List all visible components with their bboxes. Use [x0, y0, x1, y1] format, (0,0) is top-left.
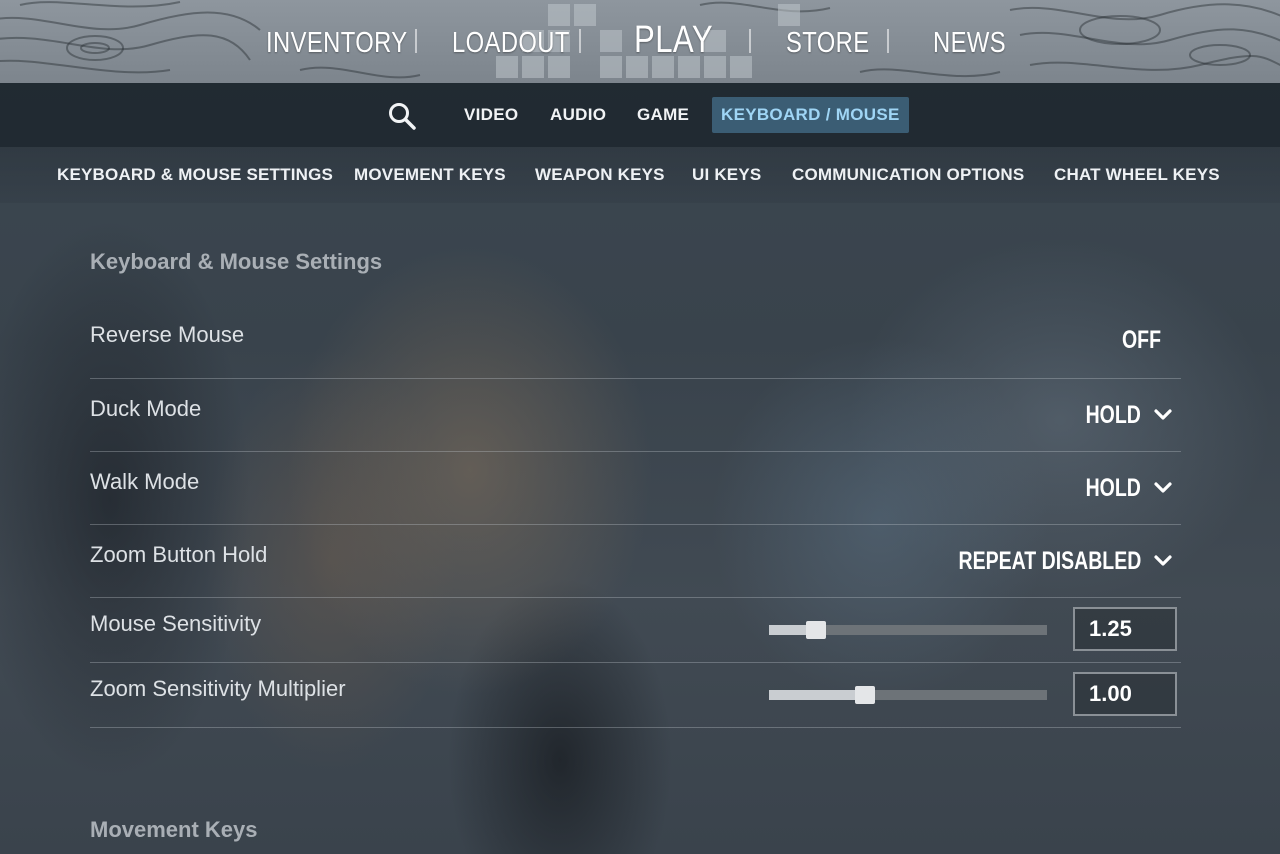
nav-store[interactable]: STORE: [786, 22, 870, 64]
nav-divider: [415, 29, 417, 53]
setting-row-zoom-button-hold: Zoom Button Hold REPEAT DISABLED: [90, 525, 1181, 598]
search-icon: [389, 103, 416, 130]
dropdown-value: REPEAT DISABLED: [958, 546, 1141, 575]
setting-label: Mouse Sensitivity: [90, 611, 262, 636]
top-nav: INVENTORY LOADOUT PLAY STORE NEWS: [0, 0, 1280, 83]
slider-zoom-sensitivity-multiplier[interactable]: [769, 686, 1047, 704]
nav-divider: [749, 29, 751, 53]
section-tab-weapon-keys[interactable]: WEAPON KEYS: [535, 161, 665, 189]
section-tab-bar: KEYBOARD & MOUSE SETTINGS MOVEMENT KEYS …: [0, 147, 1280, 203]
setting-label: Zoom Sensitivity Multiplier: [90, 676, 346, 701]
section-heading: Keyboard & Mouse Settings: [90, 249, 383, 274]
toggle-reverse-mouse[interactable]: OFF: [1122, 326, 1161, 355]
nav-news[interactable]: NEWS: [933, 22, 1006, 64]
setting-label: Duck Mode: [90, 396, 202, 421]
settings-tab-bar: VIDEO AUDIO GAME KEYBOARD / MOUSE: [0, 83, 1280, 147]
slider-thumb[interactable]: [806, 621, 826, 639]
dropdown-value: HOLD: [1085, 400, 1141, 429]
section-tab-ui-keys[interactable]: UI KEYS: [692, 161, 761, 189]
zoom-sensitivity-input[interactable]: 1.00: [1073, 672, 1177, 716]
setting-row-reverse-mouse: Reverse Mouse OFF: [90, 312, 1181, 379]
setting-label: Zoom Button Hold: [90, 542, 268, 567]
dropdown-walk-mode[interactable]: HOLD: [1070, 468, 1181, 508]
tab-video[interactable]: VIDEO: [455, 97, 527, 133]
dropdown-value: HOLD: [1085, 473, 1141, 502]
tab-game[interactable]: GAME: [628, 97, 698, 133]
section-tab-movement-keys[interactable]: MOVEMENT KEYS: [354, 161, 506, 189]
nav-divider: [887, 29, 889, 53]
mouse-sensitivity-input[interactable]: 1.25: [1073, 607, 1177, 651]
slider-mouse-sensitivity[interactable]: [769, 621, 1047, 639]
setting-label: Walk Mode: [90, 469, 200, 494]
chevron-down-icon: [1154, 555, 1172, 566]
setting-label: Reverse Mouse: [90, 322, 245, 347]
tab-keyboard-mouse[interactable]: KEYBOARD / MOUSE: [712, 97, 909, 133]
nav-loadout[interactable]: LOADOUT: [452, 22, 570, 64]
chevron-down-icon: [1154, 482, 1172, 493]
nav-play[interactable]: PLAY: [634, 19, 713, 61]
section-tab-chat-wheel-keys[interactable]: CHAT WHEEL KEYS: [1054, 161, 1220, 189]
section-heading-movement-keys: Movement Keys: [90, 817, 258, 842]
setting-row-zoom-sensitivity-multiplier: Zoom Sensitivity Multiplier 1.00: [90, 663, 1181, 728]
setting-row-duck-mode: Duck Mode HOLD: [90, 379, 1181, 452]
slider-thumb[interactable]: [855, 686, 875, 704]
tab-audio[interactable]: AUDIO: [541, 97, 615, 133]
setting-row-mouse-sensitivity: Mouse Sensitivity 1.25: [90, 598, 1181, 663]
chevron-down-icon: [1154, 409, 1172, 420]
dropdown-duck-mode[interactable]: HOLD: [1070, 395, 1181, 435]
setting-row-walk-mode: Walk Mode HOLD: [90, 452, 1181, 525]
nav-inventory[interactable]: INVENTORY: [266, 22, 408, 64]
section-tab-keyboard-mouse-settings[interactable]: KEYBOARD & MOUSE SETTINGS: [57, 161, 333, 189]
section-tab-communication-options[interactable]: COMMUNICATION OPTIONS: [792, 161, 1024, 189]
search-button[interactable]: [386, 100, 420, 134]
dropdown-zoom-button-hold[interactable]: REPEAT DISABLED: [907, 541, 1181, 581]
slider-fill: [769, 690, 865, 700]
nav-divider: [579, 29, 581, 53]
